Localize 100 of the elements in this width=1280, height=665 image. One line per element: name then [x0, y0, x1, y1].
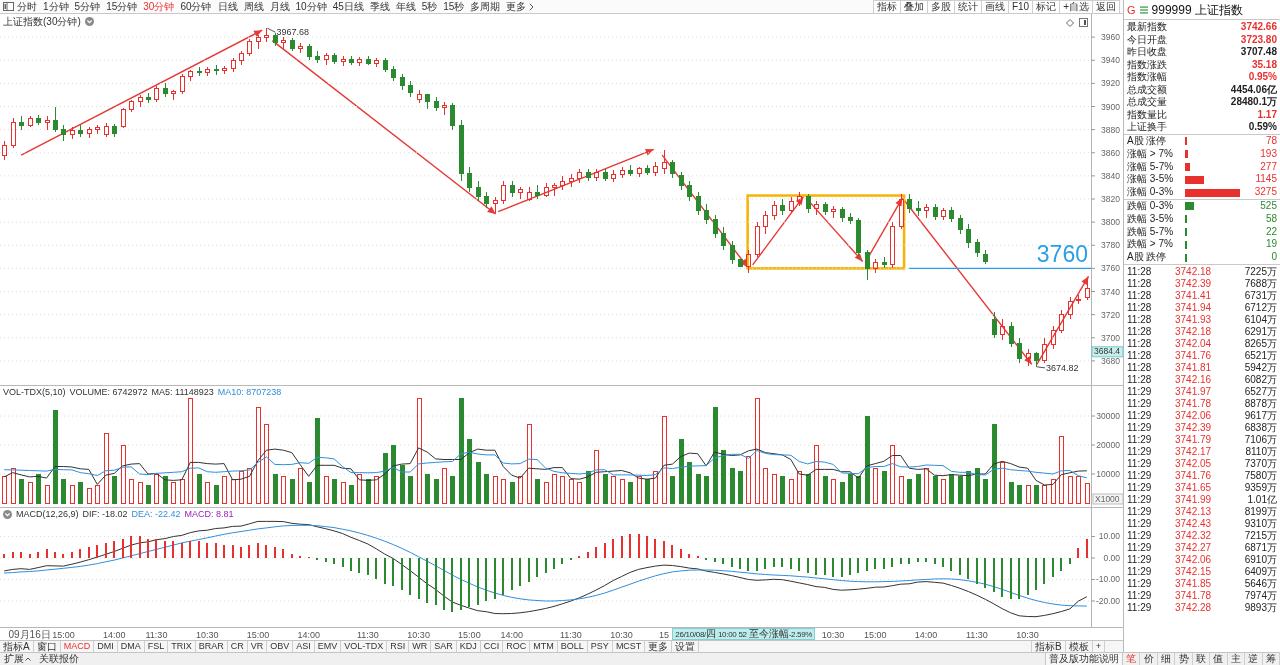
- breadth-label: A股 跌停: [1127, 251, 1168, 264]
- candlestick: [112, 123, 117, 138]
- tick-time: 11:29: [1127, 566, 1153, 578]
- candlestick: [476, 180, 481, 202]
- help-button[interactable]: 普及版功能说明: [1045, 653, 1123, 665]
- toolbar-button[interactable]: 统计: [953, 0, 981, 13]
- price-label: 3674.82: [1046, 362, 1079, 373]
- toolbar-button[interactable]: 指标: [872, 0, 900, 13]
- period-tab[interactable]: 15分钟: [103, 0, 141, 13]
- candlestick: [374, 57, 379, 68]
- tick-volume: 6521万: [1243, 350, 1277, 362]
- candlestick: [163, 82, 168, 98]
- tick-volume: 7974万: [1243, 590, 1277, 602]
- status-button[interactable]: 关联报价: [35, 653, 83, 665]
- period-tab[interactable]: 1分钟: [40, 0, 72, 13]
- axis-label: 11:30: [356, 630, 379, 640]
- panel-tab[interactable]: 联: [1192, 653, 1211, 665]
- tick-volume: 7580万: [1243, 470, 1277, 482]
- axis-label: 14:00: [297, 630, 320, 640]
- period-tab[interactable]: 10分钟: [292, 0, 330, 13]
- toolbar-button[interactable]: 标记: [1032, 0, 1060, 13]
- candlestick: [459, 119, 464, 181]
- breadth-count: 525: [1259, 200, 1277, 213]
- period-tab[interactable]: 周线: [240, 0, 267, 13]
- period-tab[interactable]: 月线: [266, 0, 293, 13]
- panel-tab[interactable]: 细: [1157, 653, 1176, 665]
- candlestick: [61, 124, 66, 142]
- tick-price: 3741.81: [1175, 362, 1213, 374]
- menu-icon[interactable]: [1139, 5, 1148, 14]
- panel-icon[interactable]: [1079, 18, 1088, 27]
- breadth-count: 1145: [1254, 173, 1277, 187]
- candlestick: [789, 196, 794, 214]
- reference-label: 3760: [1036, 241, 1088, 268]
- panel-tab[interactable]: 筹: [1262, 653, 1280, 665]
- stat-label: 昨日收盘: [1127, 46, 1167, 59]
- axis-label: 09月16日: [8, 629, 51, 640]
- toolbar-button[interactable]: 叠加: [899, 0, 927, 13]
- tick-time: 11:29: [1127, 530, 1153, 542]
- candlestick: [273, 32, 278, 47]
- dropdown-circle-icon[interactable]: [3, 510, 12, 519]
- candlestick: [53, 106, 58, 133]
- candlestick: [1051, 325, 1056, 350]
- toolbar-button[interactable]: 画线: [980, 0, 1008, 13]
- panel-tab[interactable]: 逆: [1245, 653, 1263, 665]
- axis-label: 3840: [1101, 170, 1120, 181]
- stat-value: 0.59%: [1248, 121, 1277, 134]
- period-tab[interactable]: 年线: [392, 0, 419, 13]
- status-button[interactable]: 扩展: [0, 653, 35, 665]
- period-tab[interactable]: 30分钟: [140, 0, 178, 13]
- panel-tab[interactable]: 笔: [1123, 653, 1141, 665]
- toolbar-button[interactable]: 返回: [1092, 0, 1120, 13]
- period-tab[interactable]: 5秒: [418, 0, 441, 13]
- tick-volume: 6082万: [1243, 374, 1277, 386]
- tick-price: 3741.78: [1175, 398, 1213, 410]
- stat-value: 3723.80: [1240, 33, 1277, 46]
- tick-price: 3742.18: [1175, 326, 1213, 338]
- dropdown-circle-icon[interactable]: [84, 17, 94, 26]
- period-tab[interactable]: 60分钟: [177, 0, 215, 13]
- candlestick: [391, 65, 396, 82]
- panel-tab[interactable]: 势: [1175, 653, 1193, 665]
- candlestick: [28, 115, 33, 128]
- candlestick: [205, 66, 210, 77]
- more-menu[interactable]: 更多: [503, 0, 538, 13]
- tick-volume: 7225万: [1243, 266, 1277, 278]
- period-tab[interactable]: 45日线: [329, 0, 367, 13]
- tick-time: 11:29: [1127, 494, 1153, 506]
- stat-label: 指数量比: [1127, 108, 1167, 121]
- candlestick: [594, 168, 599, 181]
- period-tab[interactable]: 日线: [214, 0, 241, 13]
- candlestick: [848, 212, 853, 225]
- panel-tab[interactable]: 价: [1140, 653, 1158, 665]
- tick-price: 3742.39: [1175, 278, 1213, 290]
- candlestick: [467, 166, 472, 193]
- tick-time: 11:28: [1127, 278, 1153, 290]
- breadth-count: 78: [1264, 135, 1277, 148]
- breadth-count: 58: [1264, 212, 1277, 226]
- candlestick: [560, 175, 565, 191]
- tick-price: 3742.43: [1175, 518, 1213, 530]
- period-tab[interactable]: 季线: [366, 0, 393, 13]
- tick-price: 3741.78: [1175, 590, 1213, 602]
- period-tab[interactable]: 15秒: [440, 0, 468, 13]
- toolbar-button[interactable]: F10: [1007, 0, 1033, 13]
- panel-tab[interactable]: 值: [1210, 653, 1228, 665]
- candlestick: [704, 203, 709, 225]
- breadth-label: 涨幅 0-3%: [1127, 186, 1175, 199]
- toolbar-button[interactable]: +自选: [1059, 0, 1092, 13]
- panel-tab[interactable]: 主: [1227, 653, 1246, 665]
- axis-label: 10:30: [610, 630, 633, 640]
- tick-volume: 8878万: [1243, 398, 1277, 410]
- period-tab[interactable]: 分时: [14, 0, 40, 13]
- candlestick: [36, 114, 41, 126]
- tick-time: 11:28: [1127, 314, 1153, 326]
- period-tab[interactable]: 多周期: [467, 0, 504, 13]
- breadth-count: 3275: [1253, 186, 1277, 199]
- toolbar-button[interactable]: 多股: [926, 0, 954, 13]
- diamond-icon[interactable]: [1066, 18, 1074, 27]
- sidebar-toggle-icon[interactable]: [3, 2, 14, 11]
- tick-volume: 6104万: [1243, 314, 1277, 326]
- axis-label: 11:30: [965, 630, 988, 640]
- period-tab[interactable]: 5分钟: [71, 0, 104, 13]
